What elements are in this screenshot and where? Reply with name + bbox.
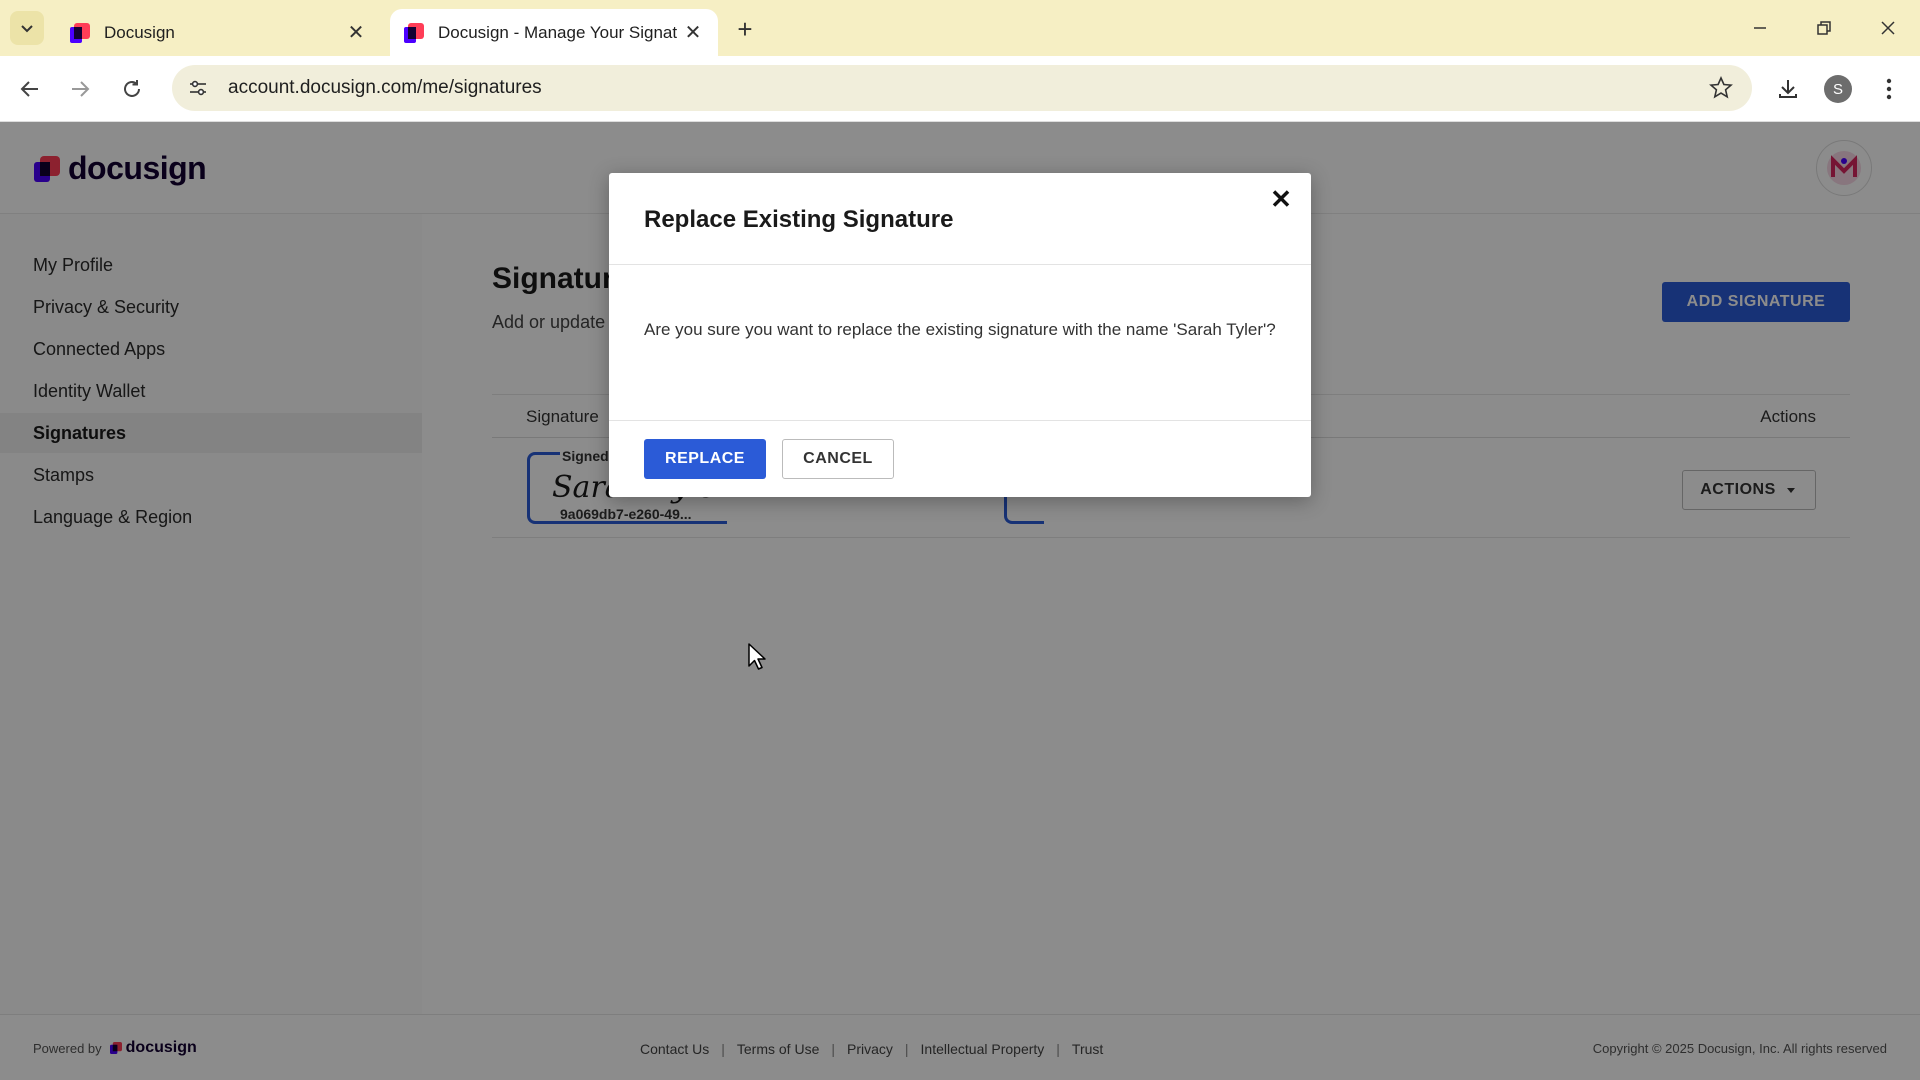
- restore-button[interactable]: [1804, 10, 1844, 46]
- downloads-button[interactable]: [1768, 69, 1808, 109]
- dialog-title: Replace Existing Signature: [644, 206, 954, 233]
- close-tab-icon[interactable]: ✕: [345, 22, 367, 44]
- profile-avatar: S: [1824, 75, 1852, 103]
- chevron-down-icon: [21, 25, 33, 33]
- cancel-button[interactable]: CANCEL: [782, 439, 894, 479]
- back-button[interactable]: [10, 69, 50, 109]
- close-dialog-button[interactable]: ✕: [1263, 181, 1299, 217]
- tab-search-button[interactable]: [10, 11, 44, 45]
- plus-icon: +: [737, 13, 753, 44]
- close-icon: ✕: [1270, 183, 1292, 214]
- dialog-message: Are you sure you want to replace the exi…: [644, 320, 1276, 339]
- minimize-button[interactable]: [1740, 10, 1780, 46]
- browser-tab-strip: Docusign ✕ Docusign - Manage Your Signat…: [0, 0, 1920, 56]
- forward-button[interactable]: [60, 69, 100, 109]
- close-tab-icon[interactable]: ✕: [682, 22, 704, 44]
- dialog-header: Replace Existing Signature ✕: [609, 173, 1311, 265]
- minimize-icon: [1754, 27, 1766, 29]
- browser-toolbar: account.docusign.com/me/signatures S: [0, 56, 1920, 122]
- arrow-right-icon: [72, 81, 90, 97]
- address-bar[interactable]: account.docusign.com/me/signatures: [172, 65, 1752, 111]
- download-icon: [1779, 80, 1797, 98]
- bookmark-star-icon[interactable]: [1708, 75, 1734, 101]
- tab-title: Docusign - Manage Your Signat: [438, 22, 678, 42]
- dialog-footer: REPLACE CANCEL: [609, 420, 1311, 497]
- tune-icon: [190, 80, 206, 96]
- close-icon: [1881, 21, 1895, 35]
- mouse-cursor-icon: [748, 643, 766, 670]
- replace-button[interactable]: REPLACE: [644, 439, 766, 479]
- tab-title: Docusign: [104, 22, 175, 42]
- reload-icon: [124, 80, 140, 97]
- site-info-button[interactable]: [178, 68, 218, 108]
- new-tab-button[interactable]: +: [730, 14, 760, 44]
- browser-tab[interactable]: Docusign ✕: [56, 9, 381, 56]
- browser-tab-active[interactable]: Docusign - Manage Your Signat ✕: [390, 9, 718, 56]
- docusign-favicon-icon: [404, 22, 424, 43]
- url-text: account.docusign.com/me/signatures: [228, 77, 542, 98]
- profile-button[interactable]: S: [1818, 69, 1858, 109]
- close-window-button[interactable]: [1868, 10, 1908, 46]
- kebab-menu-icon: [1886, 78, 1892, 100]
- arrow-left-icon: [20, 81, 38, 97]
- restore-icon: [1817, 21, 1831, 35]
- replace-signature-dialog: Replace Existing Signature ✕ Are you sur…: [609, 173, 1311, 497]
- browser-menu-button[interactable]: [1869, 69, 1909, 109]
- reload-button[interactable]: [112, 69, 152, 109]
- docusign-favicon-icon: [70, 22, 90, 43]
